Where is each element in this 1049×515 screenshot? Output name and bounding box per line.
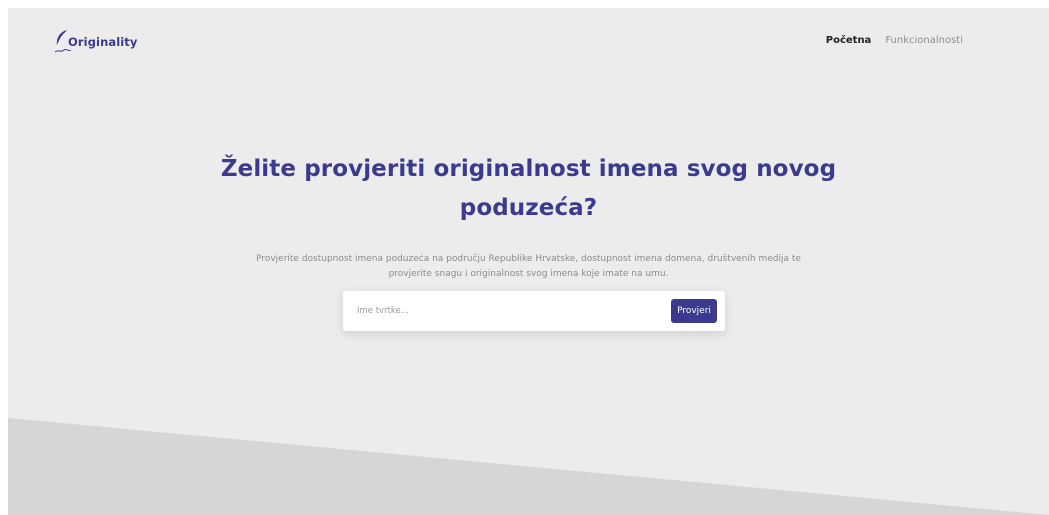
page: Originality Početna Funkcionalnosti Želi… bbox=[8, 8, 1049, 515]
feather-logo-icon bbox=[52, 26, 72, 56]
hero-title: Želite provjeriti originalnost imena svo… bbox=[220, 156, 837, 221]
hero-subtitle: Provjerite dostupnost imena poduzeća na … bbox=[256, 254, 801, 279]
nav-item-pocetna[interactable]: Početna bbox=[826, 35, 872, 46]
hero-section: Želite provjeriti originalnost imena svo… bbox=[8, 150, 1049, 282]
brand-name: Originality bbox=[68, 35, 138, 49]
navbar: Originality Početna Funkcionalnosti bbox=[8, 8, 1049, 78]
nav-item-funkcionalnosti[interactable]: Funkcionalnosti bbox=[885, 35, 963, 46]
company-name-input[interactable] bbox=[357, 301, 647, 321]
main-nav: Početna Funkcionalnosti bbox=[826, 35, 963, 46]
brand-logo[interactable]: Originality bbox=[52, 26, 138, 56]
check-button[interactable]: Provjeri bbox=[671, 299, 717, 323]
company-name-search-form: Provjeri bbox=[343, 291, 725, 331]
